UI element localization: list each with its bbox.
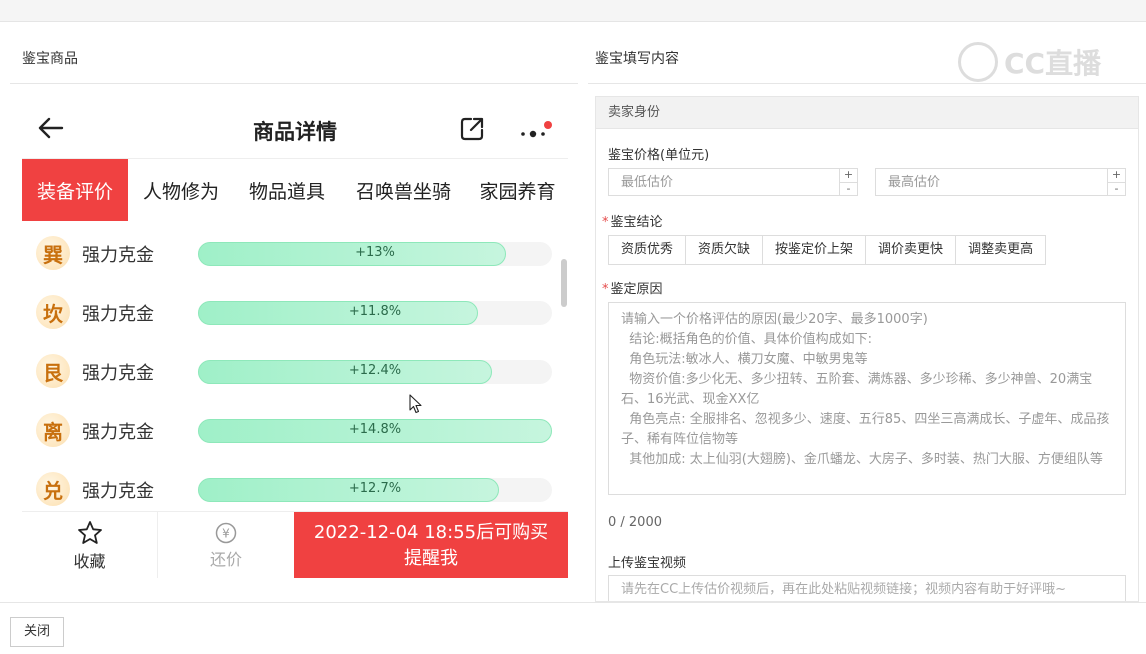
- min-price-stepper-controls: + -: [839, 169, 857, 195]
- conclusion-option-list-at-price[interactable]: 按鉴定价上架: [762, 235, 867, 265]
- product-detail-preview: 商品详情 装备评价 人物修为 物品道具 召唤兽坐骑 家园养育 巽 强力克金 +1…: [22, 97, 568, 578]
- price-label: 鉴宝价格(单位元): [608, 148, 710, 163]
- list-item: 艮 强力克金 +12.4%: [22, 341, 568, 400]
- progress-value: +13%: [355, 245, 395, 260]
- phone-header: 商品详情: [22, 97, 568, 159]
- bottom-bar: 关闭: [0, 602, 1146, 654]
- remind-me-text: 提醒我: [404, 547, 458, 569]
- list-item: 巽 强力克金 +13%: [22, 223, 568, 282]
- max-price-stepper: + -: [875, 168, 1126, 196]
- tab-equipment-review[interactable]: 装备评价: [22, 159, 128, 221]
- min-price-input[interactable]: [609, 169, 839, 195]
- left-section-title: 鉴宝商品: [22, 51, 78, 67]
- conclusion-option-sell-faster[interactable]: 调价卖更快: [865, 235, 957, 265]
- progress-track: +12.7%: [198, 478, 552, 502]
- attribute-label: 强力克金: [82, 422, 154, 443]
- top-bar: [0, 0, 1146, 22]
- progress-value: +11.8%: [348, 304, 402, 319]
- progress-track: +12.4%: [198, 360, 552, 384]
- required-mark: *: [602, 282, 609, 297]
- right-section-title: 鉴宝填写内容: [595, 51, 679, 67]
- list-item: 离 强力克金 +14.8%: [22, 400, 568, 459]
- seller-identity-header: 卖家身份: [596, 97, 1138, 129]
- scrollbar-thumb[interactable]: [561, 259, 567, 307]
- favorite-button[interactable]: 收藏: [22, 512, 158, 578]
- purchase-reminder-button[interactable]: 2022-12-04 18:55后可购买 提醒我: [294, 512, 568, 578]
- mouse-cursor-icon: [409, 394, 422, 414]
- conclusion-options: 资质优秀 资质欠缺 按鉴定价上架 调价卖更快 调整卖更高: [608, 235, 1047, 265]
- conclusion-option-excellent[interactable]: 资质优秀: [608, 235, 687, 265]
- progress-track: +14.8%: [198, 419, 552, 443]
- attribute-label: 强力克金: [82, 481, 154, 502]
- progress-value: +12.7%: [348, 481, 402, 496]
- category-tabs: 装备评价 人物修为 物品道具 召唤兽坐骑 家园养育: [22, 159, 568, 221]
- trigram-badge: 离: [36, 413, 70, 447]
- progress-track: +11.8%: [198, 301, 552, 325]
- favorite-label: 收藏: [73, 551, 106, 571]
- star-icon: [77, 520, 102, 544]
- yuan-coin-icon: ¥: [215, 522, 237, 543]
- appraisal-form: 卖家身份 鉴宝价格(单位元) + - + - *鉴宝结论 资质优秀 资质欠缺 按…: [595, 96, 1139, 602]
- reason-label: * 鉴定原因: [602, 278, 663, 297]
- watermark-logo-icon: [958, 42, 998, 82]
- trigram-badge: 巽: [36, 236, 70, 270]
- watermark: CC直播: [958, 40, 1118, 84]
- trigram-badge: 兑: [36, 472, 70, 506]
- conclusion-option-sell-higher[interactable]: 调整卖更高: [955, 235, 1047, 265]
- max-price-input[interactable]: [876, 169, 1107, 195]
- list-item: 兑 强力克金 +12.7%: [22, 459, 568, 518]
- min-price-stepper: + -: [608, 168, 858, 196]
- required-mark: *: [602, 215, 609, 230]
- left-section-divider: [10, 83, 578, 84]
- video-label: 上传鉴宝视频: [608, 556, 687, 571]
- progress-value: +14.8%: [348, 422, 402, 437]
- max-price-stepper-controls: + -: [1107, 169, 1125, 195]
- trigram-badge: 坎: [36, 295, 70, 329]
- tab-home-nurture[interactable]: 家园养育: [467, 159, 568, 221]
- purchase-time-text: 2022-12-04 18:55后可购买: [313, 521, 549, 543]
- trigram-badge: 艮: [36, 354, 70, 388]
- bargain-button[interactable]: ¥ 还价: [158, 512, 294, 578]
- close-button[interactable]: 关闭: [10, 617, 64, 647]
- decrement-button[interactable]: -: [1108, 182, 1125, 195]
- character-count: 0 / 2000: [608, 515, 662, 530]
- attribute-label: 强力克金: [82, 245, 154, 266]
- progress-value: +12.4%: [348, 363, 402, 378]
- increment-button[interactable]: +: [840, 169, 857, 182]
- decrement-button[interactable]: -: [840, 182, 857, 195]
- attribute-list: 巽 强力克金 +13% 坎 强力克金 +11.8% 艮 强力克金 +12.4% …: [22, 221, 568, 511]
- tab-character-cultivation[interactable]: 人物修为: [128, 159, 234, 221]
- attribute-label: 强力克金: [82, 304, 154, 325]
- svg-text:¥: ¥: [222, 526, 230, 540]
- page-title: 商品详情: [253, 120, 337, 144]
- list-item: 坎 强力克金 +11.8%: [22, 282, 568, 341]
- share-icon[interactable]: [459, 116, 485, 142]
- conclusion-option-lacking[interactable]: 资质欠缺: [685, 235, 764, 265]
- progress-track: +13%: [198, 242, 552, 266]
- attribute-label: 强力克金: [82, 363, 154, 384]
- more-options-icon[interactable]: [520, 121, 552, 141]
- increment-button[interactable]: +: [1108, 169, 1125, 182]
- conclusion-label: * 鉴宝结论: [602, 211, 663, 230]
- conclusion-label-text: 鉴宝结论: [610, 215, 663, 230]
- tab-items[interactable]: 物品道具: [234, 159, 340, 221]
- tab-summons-mounts[interactable]: 召唤兽坐骑: [340, 159, 467, 221]
- reason-label-text: 鉴定原因: [610, 282, 663, 297]
- video-link-input[interactable]: 请先在CC上传估价视频后，再在此处粘贴视频链接；视频内容有助于好评哦~: [608, 575, 1126, 601]
- phone-footer: 收藏 ¥ 还价 2022-12-04 18:55后可购买 提醒我: [22, 511, 568, 578]
- bargain-label: 还价: [209, 549, 242, 569]
- watermark-text: CC直播: [1004, 47, 1102, 80]
- reason-textarea[interactable]: 请输入一个价格评估的原因(最少20字、最多1000字) 结论:概括角色的价值、具…: [608, 302, 1126, 495]
